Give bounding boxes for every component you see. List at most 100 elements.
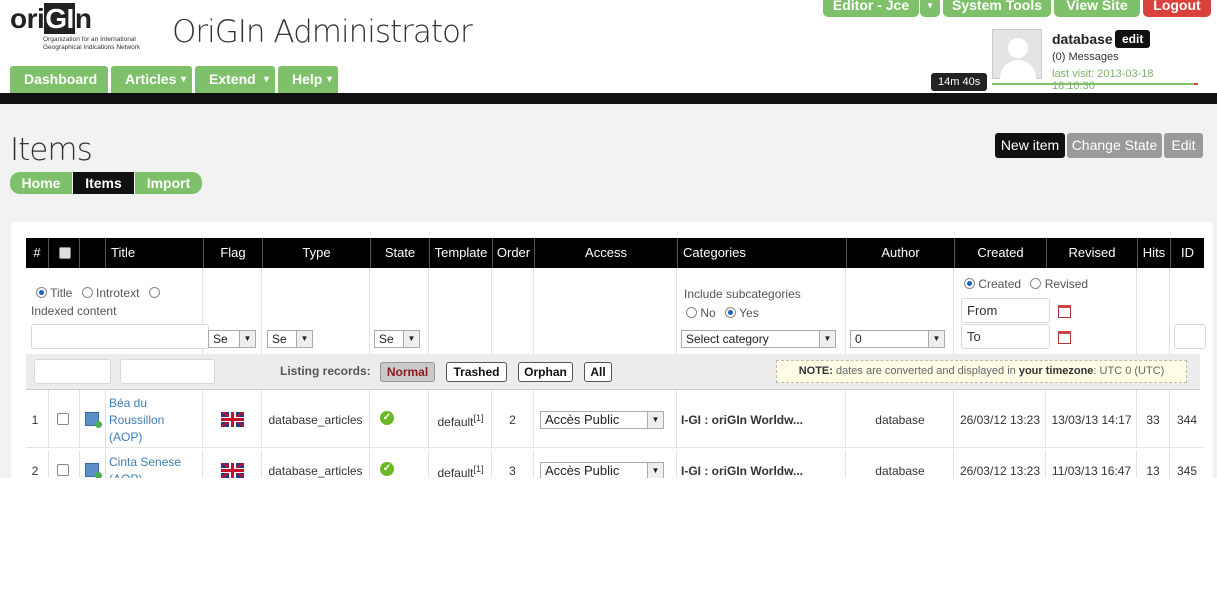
- edit-profile-button[interactable]: edit: [1115, 30, 1151, 48]
- origin-logo[interactable]: oriGIn Organization for an International…: [10, 3, 155, 58]
- nav-extend[interactable]: Extend ▾: [195, 66, 275, 93]
- access-select[interactable]: Accès Public ▼: [540, 462, 664, 478]
- col-select-all[interactable]: [48, 238, 79, 268]
- nav-dashboard[interactable]: Dashboard: [10, 66, 108, 93]
- chevron-down-icon: ▾: [263, 74, 269, 85]
- logo-word: oriGIn: [10, 3, 92, 34]
- item-id: 345: [1176, 464, 1198, 478]
- item-author: database: [875, 464, 925, 478]
- subcategories-yes-radio[interactable]: [725, 307, 737, 318]
- item-type: database_articles: [268, 413, 363, 427]
- item-created: 26/03/12 13:23: [959, 464, 1041, 478]
- editor-dropdown-caret-icon[interactable]: ▾: [920, 0, 940, 17]
- calendar-icon[interactable]: [1058, 305, 1071, 318]
- col-template[interactable]: Template: [429, 238, 492, 268]
- filter-row: Title Introtext Indexed content Se ▼ Se ▼ …: [26, 268, 1206, 354]
- search-input[interactable]: [31, 324, 209, 349]
- item-category[interactable]: I-GI : oriGIn Worldw...: [681, 464, 803, 478]
- item-title-link[interactable]: Béa du Roussillon (AOP): [109, 395, 189, 446]
- subcategories-no-radio[interactable]: [686, 307, 697, 318]
- category-filter-select[interactable]: Select category ▼: [681, 330, 836, 348]
- col-number[interactable]: #: [26, 238, 48, 268]
- chevron-down-icon: ▼: [928, 331, 944, 347]
- subcategories-options: No Yes: [686, 306, 759, 320]
- timezone-note: NOTE: dates are converted and displayed …: [776, 360, 1187, 383]
- date-created-radio[interactable]: [964, 278, 975, 289]
- uk-flag-icon: [221, 463, 244, 478]
- col-type[interactable]: Type: [262, 238, 370, 268]
- table-row[interactable]: 2 Cinta Senese (AOP) database_articles ✓…: [26, 450, 1204, 478]
- col-categories[interactable]: Categories: [677, 238, 846, 268]
- nav-articles[interactable]: Articles ▾: [111, 66, 192, 93]
- item-order: 2: [509, 413, 516, 427]
- listing-orphan-button[interactable]: Orphan: [518, 362, 573, 382]
- system-tools-button[interactable]: System Tools: [943, 0, 1051, 17]
- calendar-icon[interactable]: [1058, 331, 1071, 344]
- date-from-input[interactable]: From: [961, 298, 1050, 323]
- subnav-items[interactable]: Items: [73, 172, 134, 194]
- col-author[interactable]: Author: [846, 238, 954, 268]
- bulk-input-1[interactable]: [34, 359, 111, 384]
- type-filter-select[interactable]: Se ▼: [267, 330, 313, 348]
- bulk-input-2[interactable]: [120, 359, 215, 384]
- chevron-down-icon: ▼: [296, 331, 312, 347]
- flag-filter-select[interactable]: Se ▼: [208, 330, 256, 348]
- user-divider-accent: [1194, 83, 1198, 85]
- state-filter-select[interactable]: Se ▼: [374, 330, 420, 348]
- row-checkbox[interactable]: [57, 413, 69, 425]
- access-select[interactable]: Accès Public ▼: [540, 411, 664, 429]
- col-state[interactable]: State: [370, 238, 429, 268]
- app-root: oriGIn Organization for an International…: [0, 0, 1217, 614]
- logout-button[interactable]: Logout: [1143, 0, 1211, 17]
- row-number: 2: [31, 464, 39, 478]
- nav-help[interactable]: Help ▾: [278, 66, 338, 93]
- avatar[interactable]: [992, 29, 1042, 82]
- change-state-button[interactable]: Change State: [1067, 133, 1162, 158]
- table-row[interactable]: 1 Béa du Roussillon (AOP) database_artic…: [26, 390, 1204, 448]
- col-revised[interactable]: Revised: [1046, 238, 1137, 268]
- listing-all-button[interactable]: All: [584, 362, 612, 382]
- row-checkbox[interactable]: [57, 464, 69, 476]
- subnav-import[interactable]: Import: [135, 172, 202, 194]
- search-mode-indexed-radio[interactable]: [148, 287, 160, 298]
- editor-button[interactable]: Editor - Jce: [823, 0, 919, 17]
- col-title[interactable]: Title: [105, 238, 203, 268]
- date-to-input[interactable]: To: [961, 324, 1050, 349]
- item-hits: 13: [1146, 464, 1160, 478]
- select-all-checkbox[interactable]: [59, 247, 71, 259]
- col-flag[interactable]: Flag: [203, 238, 262, 268]
- user-name: database: [1052, 31, 1113, 47]
- listing-normal-button[interactable]: Normal: [380, 362, 435, 382]
- col-access[interactable]: Access: [534, 238, 677, 268]
- author-filter-select[interactable]: 0 ▼: [850, 330, 945, 348]
- item-template: default[1]: [437, 464, 484, 478]
- row-number: 1: [31, 413, 39, 427]
- col-hits[interactable]: Hits: [1137, 238, 1170, 268]
- col-order[interactable]: Order: [492, 238, 534, 268]
- header-divider-bar: [0, 93, 1217, 104]
- date-revised-radio[interactable]: [1030, 278, 1042, 289]
- indexed-content-label: Indexed content: [31, 304, 117, 318]
- view-site-button[interactable]: View Site: [1054, 0, 1140, 17]
- item-type: database_articles: [268, 464, 363, 478]
- last-visit: last visit: 2013-03-18 18:10:30: [1052, 68, 1154, 92]
- listing-trashed-button[interactable]: Trashed: [446, 362, 507, 382]
- edit-button[interactable]: Edit: [1164, 133, 1203, 158]
- logo-tagline: Organization for an International Geogra…: [43, 36, 141, 51]
- col-id[interactable]: ID: [1170, 238, 1204, 268]
- item-title-link[interactable]: Cinta Senese (AOP): [109, 454, 199, 478]
- chevron-down-icon: ▼: [819, 331, 835, 347]
- published-check-icon[interactable]: ✓: [380, 411, 394, 425]
- new-item-button[interactable]: New item: [995, 133, 1065, 158]
- col-created[interactable]: Created: [954, 238, 1046, 268]
- user-divider: [992, 83, 1198, 85]
- id-filter-input[interactable]: [1174, 324, 1206, 349]
- item-category[interactable]: I-GI : oriGIn Worldw...: [681, 413, 803, 427]
- published-check-icon[interactable]: ✓: [380, 462, 394, 476]
- chevron-down-icon: ▼: [403, 331, 419, 347]
- messages-link[interactable]: (0) Messages: [1052, 51, 1119, 63]
- chevron-down-icon: ▼: [647, 412, 663, 428]
- search-mode-introtext-radio[interactable]: [81, 287, 93, 298]
- subnav-home[interactable]: Home: [10, 172, 72, 194]
- search-mode-title-radio[interactable]: [36, 287, 47, 298]
